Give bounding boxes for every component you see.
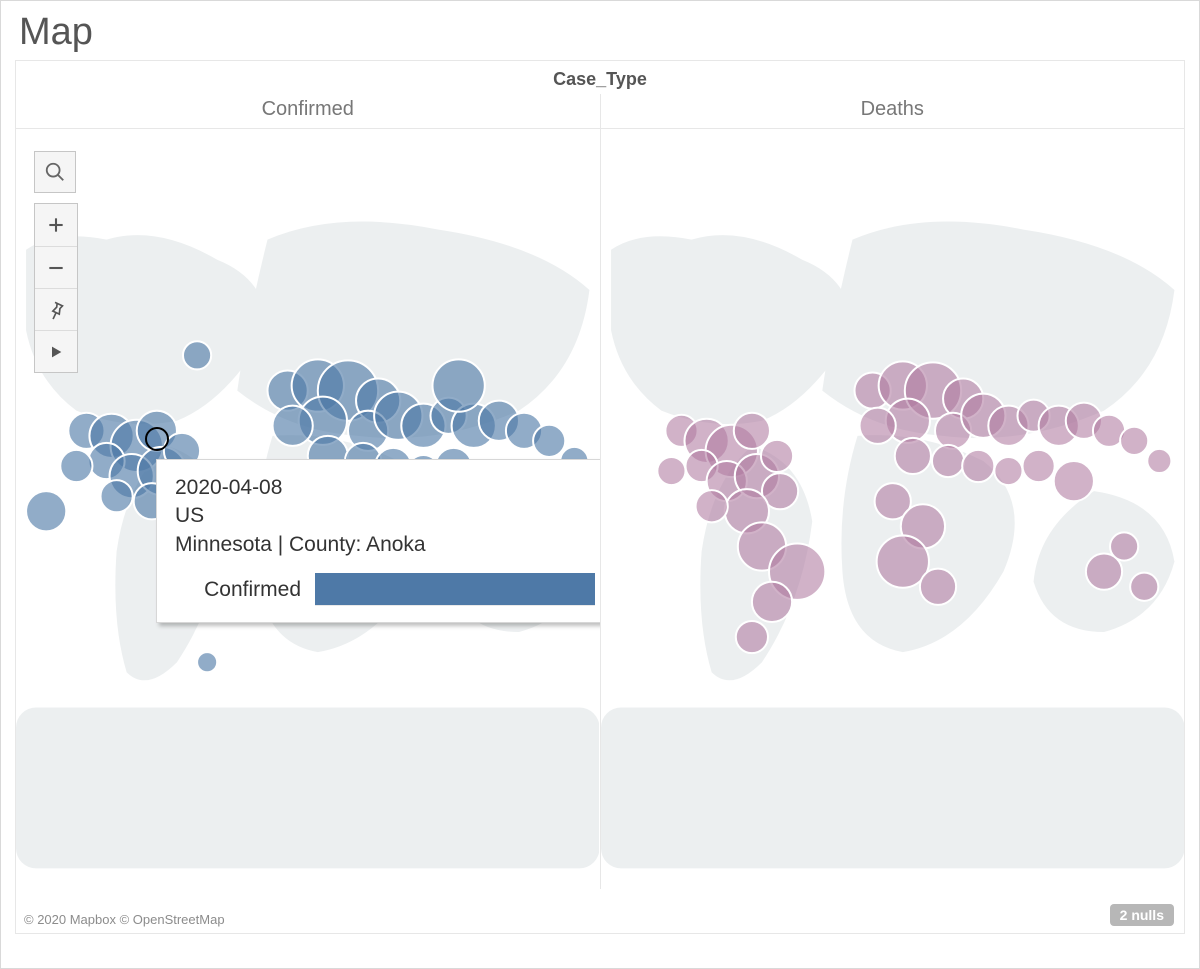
- tooltip-bar-fill: [315, 573, 595, 605]
- plus-icon: [46, 215, 66, 235]
- play-icon: [48, 344, 64, 360]
- pin-icon: [46, 299, 66, 321]
- pin-button[interactable]: [35, 288, 77, 330]
- column-header-confirmed[interactable]: Confirmed: [16, 94, 600, 128]
- map-attribution: © 2020 Mapbox © OpenStreetMap: [24, 912, 225, 927]
- tooltip-country: US: [175, 502, 600, 530]
- minus-icon: [46, 258, 66, 278]
- column-header-deaths[interactable]: Deaths: [601, 94, 1185, 128]
- highlighted-point-ring[interactable]: [145, 427, 169, 451]
- nulls-indicator[interactable]: 2 nulls: [1110, 904, 1174, 926]
- map-tooltip: 2020-04-08 US Minnesota | County: Anoka …: [156, 459, 600, 623]
- zoom-in-button[interactable]: [35, 204, 77, 246]
- map-panel-deaths[interactable]: [601, 129, 1185, 889]
- tooltip-region: Minnesota | County: Anoka: [175, 531, 600, 559]
- map-panels: 2020-04-08 US Minnesota | County: Anoka …: [16, 129, 1184, 889]
- map-search-button[interactable]: [34, 151, 76, 193]
- play-button[interactable]: [35, 330, 77, 372]
- tooltip-metric-label: Confirmed: [175, 578, 301, 602]
- map-panel-confirmed[interactable]: 2020-04-08 US Minnesota | County: Anoka …: [16, 129, 600, 889]
- map-tool-group: [34, 203, 78, 373]
- zoom-out-button[interactable]: [35, 246, 77, 288]
- search-icon: [44, 161, 66, 183]
- tooltip-bar-track: [315, 573, 595, 606]
- world-map-deaths: [601, 129, 1184, 889]
- page-title: Map: [19, 11, 1185, 54]
- column-axis-title: Case_Type: [16, 61, 1184, 90]
- dashboard-frame: Map Case_Type Confirmed Deaths: [0, 0, 1200, 969]
- tooltip-metric-row: Confirmed 46: [175, 573, 600, 606]
- column-headers: Confirmed Deaths: [16, 94, 1184, 129]
- map-toolbar: [34, 151, 78, 373]
- map-card: Case_Type Confirmed Deaths: [15, 60, 1185, 934]
- tooltip-date: 2020-04-08: [175, 474, 600, 502]
